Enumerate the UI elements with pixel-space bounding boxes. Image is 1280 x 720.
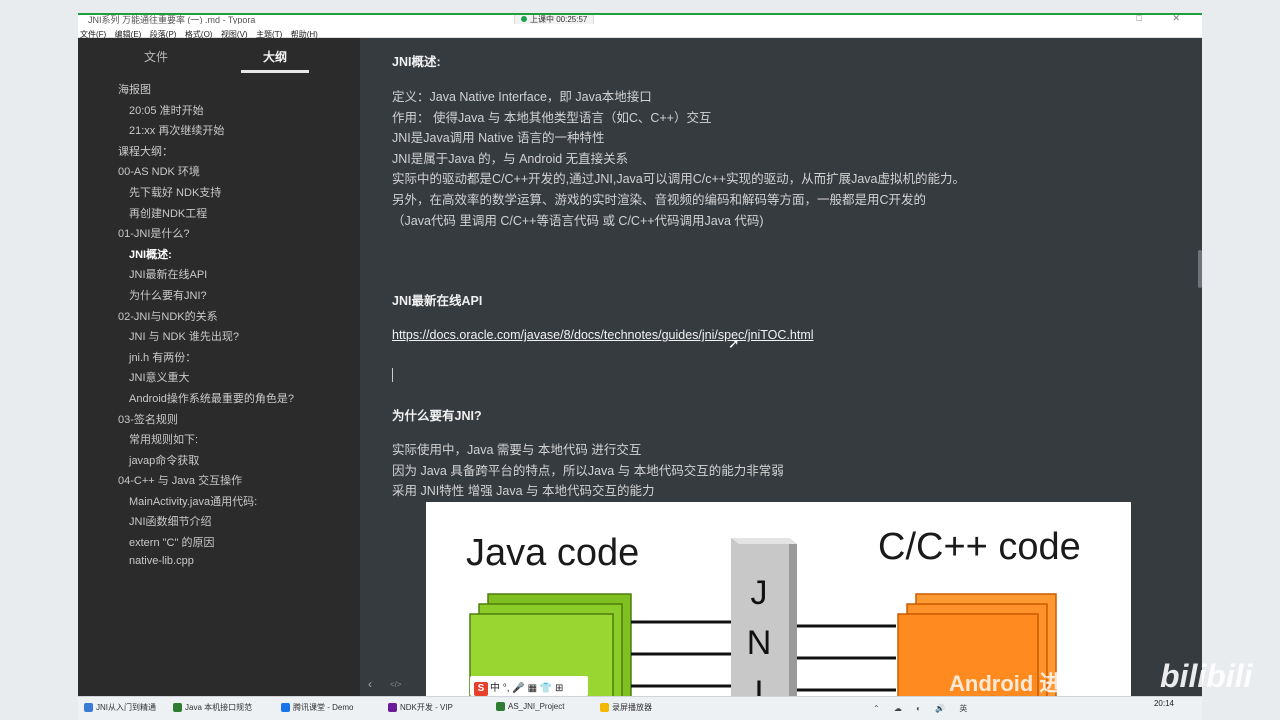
heading-why-jni: 为什么要有JNI? [392, 409, 482, 423]
jni-letter-j: J [751, 574, 768, 612]
taskbar-item[interactable]: 录屏播放器 [600, 702, 652, 713]
source-mode-icon[interactable]: </> [390, 680, 402, 689]
editor[interactable]: JNI概述: 定义：Java Native Interface，即 Java本地… [360, 38, 1202, 696]
recording-label: 上课中 00:25:57 [530, 15, 588, 24]
taskbar-item[interactable]: Java 本机接口规范 [173, 702, 252, 713]
text-caret [392, 368, 393, 382]
editor-scrollbar[interactable] [1198, 250, 1202, 288]
jni-bridge-pillar [731, 538, 797, 696]
taskbar-item-label: JNI从入门到精通 [96, 703, 156, 712]
taskbar: JNI从入门到精通 Java 本机接口规范 腾讯课堂 - Demo NDK开发 … [78, 696, 1202, 720]
outline-item[interactable]: jni.h 有两份： [78, 349, 360, 370]
overview-line: JNI是Java调用 Native 语言的一种特性 [392, 131, 605, 146]
why-line: 因为 Java 具备跨平台的特点，所以Java 与 本地代码交互的能力非常弱 [392, 463, 784, 478]
outline-item[interactable]: extern "C" 的原因 [78, 534, 360, 555]
taskbar-item[interactable]: AS_JNI_Project [496, 702, 565, 712]
taskbar-app-icon [173, 703, 182, 713]
record-dot-icon [521, 16, 527, 22]
outline-item[interactable]: 20:05 准时开始 [78, 102, 360, 123]
taskbar-app-icon [281, 703, 290, 713]
taskbar-app-icon [600, 703, 609, 713]
outline-item[interactable]: 01-JNI是什么? [78, 225, 360, 246]
jni-letter-n: N [747, 624, 772, 662]
overview-line: 实际中的驱动都是C/C++开发的,通过JNI,Java可以调用C/c++实现的驱… [392, 172, 965, 187]
taskbar-item-label: 腾讯课堂 - Demo [293, 703, 354, 712]
sogou-icon: S [474, 682, 488, 696]
outline-item[interactable]: 海报图 [78, 81, 360, 102]
outline-item[interactable]: JNI意义重大 [78, 369, 360, 390]
taskbar-item-label: 录屏播放器 [612, 703, 652, 712]
outline-item[interactable]: JNI 与 NDK 谁先出现? [78, 328, 360, 349]
outline-item[interactable]: MainActivity.java通用代码: [78, 493, 360, 514]
taskbar-app-icon [388, 703, 397, 713]
menubar: 文件(F) 编辑(E) 段落(P) 格式(O) 视图(V) 主题(T) 帮助(H… [78, 24, 1202, 39]
taskbar-item[interactable]: 腾讯课堂 - Demo [281, 702, 353, 713]
heading-jni-overview: JNI概述: [392, 55, 441, 69]
overview-line: （Java代码 里调用 C/C++等语言代码 或 C/C++代码调用Java 代… [392, 213, 764, 228]
sidebar-tabs: 文件 大纲 [78, 38, 360, 74]
window-controls[interactable]: □ ✕ [1137, 15, 1194, 24]
why-line: 采用 JNI特性 增强 Java 与 本地代码交互的能力 [392, 484, 655, 499]
outline-item[interactable]: 03-签名规则 [78, 411, 360, 432]
outline-item[interactable]: 02-JNI与NDK的关系 [78, 308, 360, 329]
outline-item[interactable]: 先下载好 NDK支持 [78, 184, 360, 205]
window-title: JNI系列 万能通往重要率 (一) .md - Typora [88, 15, 256, 24]
outline-item[interactable]: JNI最新在线API [78, 266, 360, 287]
overview-line: 另外，在高效率的数学运算、游戏的实时渲染、音视频的编码和解码等方面，一般都是用C… [392, 193, 927, 207]
overview-line: JNI是属于Java 的，与 Android 无直接关系 [392, 151, 629, 166]
taskbar-item-label: AS_JNI_Project [508, 702, 565, 711]
taskbar-item-label: NDK开发 - VIP [400, 703, 453, 712]
bilibili-logo: bilibili [1160, 658, 1253, 694]
outline-item[interactable]: Android操作系统最重要的角色是? [78, 390, 360, 411]
tab-outline[interactable]: 大纲 [263, 48, 287, 65]
outline-item[interactable]: native-lib.cpp [78, 555, 360, 576]
outline-item[interactable]: 21:xx 再次继续开始 [78, 122, 360, 143]
overview-line: 作用： 使得Java 与 本地其他类型语言（如C、C++）交互 [392, 110, 712, 125]
why-line: 实际使用中，Java 需要与 本地代码 进行交互 [392, 443, 642, 457]
mouse-cursor-icon: ➚ [728, 335, 740, 351]
overview-line: 定义：Java Native Interface，即 Java本地接口 [392, 90, 652, 104]
ime-toolbar[interactable]: S中 °, 🎤 ▦ 👕 ⊞ [470, 676, 588, 696]
outline-item[interactable]: JNI概述: [78, 246, 360, 267]
tab-files[interactable]: 文件 [144, 48, 168, 65]
jni-api-link[interactable]: https://docs.oracle.com/javase/8/docs/te… [392, 328, 814, 342]
outline-list: 海报图 20:05 准时开始 21:xx 再次继续开始 课程大纲： 00-AS NDK … [78, 81, 360, 575]
outline-item[interactable]: 00-AS NDK 环境 [78, 163, 360, 184]
taskbar-app-icon [496, 702, 505, 712]
taskbar-item[interactable]: NDK开发 - VIP [388, 702, 453, 713]
recording-indicator[interactable]: 上课中 00:25:57 [514, 15, 595, 24]
taskbar-clock[interactable]: 20:14 [1154, 699, 1174, 708]
taskbar-item[interactable]: JNI从入门到精通 [84, 702, 156, 713]
outline-item[interactable]: 04-C++ 与 Java 交互操作 [78, 472, 360, 493]
outline-item[interactable]: 再创建NDK工程 [78, 205, 360, 226]
taskbar-app-icon [84, 703, 93, 713]
taskbar-item-label: Java 本机接口规范 [185, 703, 253, 712]
window-titlebar: JNI系列 万能通往重要率 (一) .md - Typora 上课中 00:25… [78, 13, 1202, 24]
outline-item[interactable]: 常用规则如下: [78, 431, 360, 452]
ime-items[interactable]: 中 °, 🎤 ▦ 👕 ⊞ [490, 683, 563, 694]
heading-jni-api: JNI最新在线API [392, 294, 483, 308]
system-tray[interactable]: ⌃ ☁ ◐ 🔊 英 [873, 703, 973, 714]
outline-item[interactable]: JNI函数细节介绍 [78, 513, 360, 534]
watermark-text: Android 进阶解析 [949, 671, 1128, 696]
active-tab-indicator [241, 70, 309, 73]
outline-item[interactable]: javap命令获取 [78, 452, 360, 473]
outline-item[interactable]: 为什么要有JNI? [78, 287, 360, 308]
sidebar: 文件 大纲 海报图 20:05 准时开始 21:xx 再次继续开始 课程大纲： 00-A… [78, 38, 360, 696]
outline-item[interactable]: 课程大纲： [78, 143, 360, 164]
sidebar-toggle-icon[interactable]: ‹ [368, 677, 372, 691]
